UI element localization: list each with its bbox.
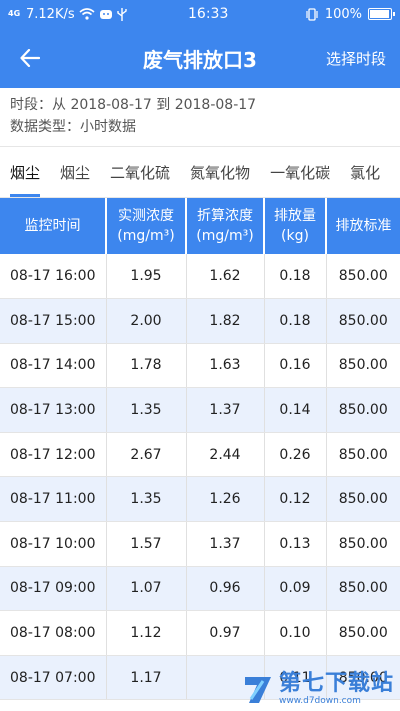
cell-measured: 1.07	[106, 566, 187, 612]
cell-emission: 0.26	[264, 432, 327, 478]
cell-measured: 1.57	[106, 521, 187, 567]
tab-pollutant-4[interactable]: 一氧化碳	[260, 147, 340, 197]
table-row[interactable]: 08-17 13:00 1.35 1.37 0.14 850.00	[0, 387, 400, 433]
pollutant-tabs: 烟尘 烟尘 二氧化硫 氮氧化物 一氧化碳 氯化	[0, 146, 400, 198]
cell-converted: 1.37	[186, 521, 265, 567]
cell-emission: 0.12	[264, 476, 327, 523]
table-row[interactable]: 08-17 14:00 1.78 1.63 0.16 850.00	[0, 343, 400, 389]
battery-icon	[368, 8, 395, 20]
vibrate-icon	[306, 7, 318, 21]
status-bar: 4G 7.12K/s 16:33 100%	[0, 0, 400, 28]
cell-emission: 0.10	[264, 610, 327, 656]
cell-standard: 850.00	[326, 298, 400, 344]
data-table: 监控时间 实测浓度 (mg/m³) 折算浓度 (mg/m³) 排放量 (kg) 排放标…	[0, 198, 400, 701]
table-row[interactable]: 08-17 15:00 2.00 1.82 0.18 850.00	[0, 298, 400, 344]
cell-standard: 850.00	[326, 566, 400, 612]
usb-icon	[116, 7, 127, 21]
cell-measured: 1.95	[106, 254, 187, 300]
cell-emission: 0.14	[264, 387, 327, 433]
cell-time: 08-17 13:00	[0, 387, 107, 433]
cell-measured: 2.67	[106, 432, 187, 478]
cell-measured: 2.00	[106, 298, 187, 344]
cell-standard: 850.00	[326, 432, 400, 478]
tab-pollutant-0[interactable]: 烟尘	[0, 147, 50, 197]
watermark-url: www.d7down.com	[278, 696, 361, 706]
cell-standard: 850.00	[326, 343, 400, 389]
cell-time: 08-17 15:00	[0, 298, 107, 344]
cell-standard: 850.00	[326, 254, 400, 300]
cell-measured: 1.17	[106, 655, 187, 701]
tab-pollutant-5[interactable]: 氯化	[340, 147, 390, 197]
network-type: 4G	[8, 9, 21, 18]
battery-fill	[370, 10, 389, 18]
select-period-button[interactable]: 选择时段	[326, 48, 400, 69]
cell-standard: 850.00	[326, 476, 400, 523]
query-info: 时段：从 2018-08-17 到 2018-08-17 数据类型：小时数据	[0, 88, 400, 146]
cell-measured: 1.12	[106, 610, 187, 656]
tab-pollutant-3[interactable]: 氮氧化物	[180, 147, 260, 197]
cell-emission: 0.13	[264, 521, 327, 567]
header-emission: 排放量 (kg)	[264, 198, 327, 254]
cell-converted: 1.63	[186, 343, 265, 389]
cell-emission: 0.09	[264, 566, 327, 612]
cell-emission: 0.18	[264, 254, 327, 300]
cell-measured: 1.35	[106, 387, 187, 433]
cell-time: 08-17 08:00	[0, 610, 107, 656]
period-text: 时段：从 2018-08-17 到 2018-08-17	[10, 97, 257, 113]
watermark-name: 第七下载站	[278, 671, 394, 696]
notification-icon	[99, 10, 112, 19]
table-row[interactable]: 08-17 16:00 1.95 1.62 0.18 850.00	[0, 254, 400, 300]
datatype-text: 数据类型：小时数据	[10, 119, 136, 135]
cell-converted: 0.96	[186, 566, 265, 612]
cell-time: 08-17 09:00	[0, 566, 107, 612]
cell-time: 08-17 11:00	[0, 476, 107, 523]
header-standard: 排放标准	[326, 198, 400, 254]
cell-converted: 1.26	[186, 476, 265, 523]
cell-emission: 0.18	[264, 298, 327, 344]
cell-standard: 850.00	[326, 610, 400, 656]
cell-measured: 1.78	[106, 343, 187, 389]
cell-emission: 0.16	[264, 343, 327, 389]
tab-pollutant-1[interactable]: 烟尘	[50, 147, 100, 197]
table-row[interactable]: 08-17 09:00 1.07 0.96 0.09 850.00	[0, 566, 400, 612]
cell-converted: 1.37	[186, 387, 265, 433]
table-row[interactable]: 08-17 12:00 2.67 2.44 0.26 850.00	[0, 432, 400, 478]
cell-standard: 850.00	[326, 387, 400, 433]
battery-text: 100%	[324, 6, 362, 22]
back-arrow-icon	[20, 49, 40, 67]
cell-converted: 1.82	[186, 298, 265, 344]
header-time: 监控时间	[0, 198, 107, 254]
header-converted-concentration: 折算浓度 (mg/m³)	[186, 198, 265, 254]
cell-time: 08-17 07:00	[0, 655, 107, 701]
watermark-logo-icon	[244, 676, 271, 703]
cell-converted: 1.62	[186, 254, 265, 300]
cell-time: 08-17 14:00	[0, 343, 107, 389]
cell-converted: 2.44	[186, 432, 265, 478]
table-row[interactable]: 08-17 10:00 1.57 1.37 0.13 850.00	[0, 521, 400, 567]
cell-measured: 1.35	[106, 476, 187, 523]
cell-time: 08-17 12:00	[0, 432, 107, 478]
table-row[interactable]: 08-17 08:00 1.12 0.97 0.10 850.00	[0, 610, 400, 656]
network-speed: 7.12K/s	[26, 6, 75, 22]
cell-converted: 0.97	[186, 610, 265, 656]
cell-time: 08-17 10:00	[0, 521, 107, 567]
back-button[interactable]	[0, 28, 60, 88]
watermark: 第七下载站 www.d7down.com	[241, 672, 394, 707]
cell-time: 08-17 16:00	[0, 254, 107, 300]
wifi-icon	[79, 8, 95, 20]
app-bar: 废气排放口3 选择时段	[0, 28, 400, 88]
cell-standard: 850.00	[326, 521, 400, 567]
table-row[interactable]: 08-17 11:00 1.35 1.26 0.12 850.00	[0, 476, 400, 523]
clock: 16:33	[188, 6, 229, 22]
header-measured-concentration: 实测浓度 (mg/m³)	[106, 198, 187, 254]
table-header-row: 监控时间 实测浓度 (mg/m³) 折算浓度 (mg/m³) 排放量 (kg) 排放标…	[0, 198, 400, 254]
tab-pollutant-2[interactable]: 二氧化硫	[100, 147, 180, 197]
